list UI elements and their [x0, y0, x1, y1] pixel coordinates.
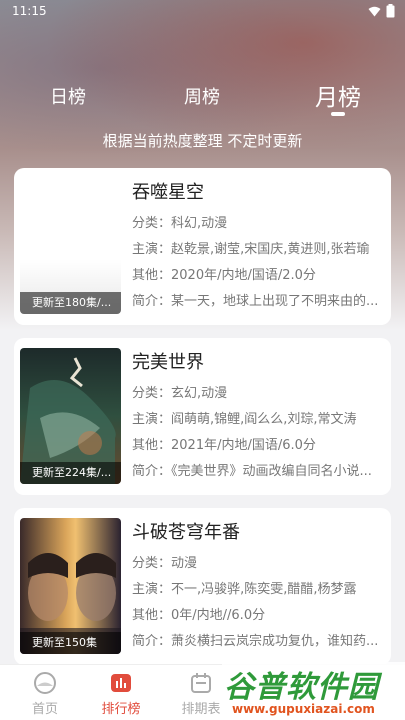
chart-icon	[111, 674, 131, 692]
home-icon	[34, 672, 56, 694]
status-bar: 11:15	[0, 0, 405, 22]
item-cast: 主演：阎萌萌,锦鲤,阎么么,刘琮,常文涛	[132, 412, 357, 427]
item-cast: 主演：不一,冯骏骅,陈奕雯,醋醋,杨梦露	[132, 582, 357, 597]
tab-monthly[interactable]: 月榜	[315, 78, 361, 112]
item-other: 其他：2020年/内地/国语/2.0分	[132, 268, 316, 283]
list-item[interactable]: 更新至150集 斗破苍穹年番 分类：动漫 主演：不一,冯骏骅,陈奕雯,醋醋,杨梦…	[14, 508, 391, 665]
poster-episode-label: 更新至150集	[20, 632, 121, 654]
item-title[interactable]: 斗破苍穹年番	[132, 518, 240, 544]
nav-ranking[interactable]: 排行榜	[76, 671, 166, 717]
calendar-icon	[191, 673, 211, 693]
tab-indicator	[331, 112, 345, 116]
tab-daily[interactable]: 日榜	[50, 83, 86, 109]
item-category: 分类：动漫	[132, 556, 198, 571]
item-intro: 简介：《完美世界》动画改编自同名小说...	[132, 464, 372, 479]
watermark-url: www.gupuxiazai.com	[232, 702, 375, 716]
list-item[interactable]: 更新至180集/... 吞噬星空 分类：科幻,动漫 主演：赵乾景,谢莹,宋国庆,…	[14, 168, 391, 325]
battery-icon	[386, 4, 395, 18]
item-intro: 简介：萧炎横扫云岚宗成功复仇，谁知药...	[132, 634, 379, 649]
poster-image[interactable]: 更新至224集/...	[20, 348, 121, 484]
item-cast: 主演：赵乾景,谢莹,宋国庆,黄进则,张若瑜	[132, 242, 370, 257]
nav-label: 排行榜	[101, 702, 141, 717]
item-other: 其他：2021年/内地/国语/6.0分	[132, 438, 316, 453]
item-title[interactable]: 完美世界	[132, 348, 204, 374]
watermark-logo-text: 谷普软件园	[224, 670, 379, 705]
status-icons	[368, 4, 395, 18]
list-item[interactable]: 更新至224集/... 完美世界 分类：玄幻,动漫 主演：阎萌萌,锦鲤,阎么么,…	[14, 338, 391, 495]
tab-weekly[interactable]: 周榜	[184, 83, 220, 109]
site-watermark: 谷普软件园 www.gupuxiazai.com	[222, 662, 405, 720]
item-category: 分类：玄幻,动漫	[132, 386, 228, 401]
nav-label: 排期表	[181, 702, 221, 717]
item-intro: 简介：某一天，地球上出现了不明来由的...	[132, 294, 379, 309]
status-time: 11:15	[12, 4, 47, 18]
item-title[interactable]: 吞噬星空	[132, 178, 204, 204]
wifi-icon	[368, 6, 381, 16]
nav-label: 首页	[31, 702, 58, 717]
poster-image[interactable]: 更新至180集/...	[20, 178, 121, 314]
item-other: 其他：0年/内地//6.0分	[132, 608, 266, 623]
item-category: 分类：科幻,动漫	[132, 216, 228, 231]
poster-episode-label: 更新至224集/...	[20, 462, 121, 484]
ranking-subtitle: 根据当前热度整理 不定时更新	[102, 132, 303, 150]
poster-image[interactable]: 更新至150集	[20, 518, 121, 654]
poster-episode-label: 更新至180集/...	[20, 292, 121, 314]
